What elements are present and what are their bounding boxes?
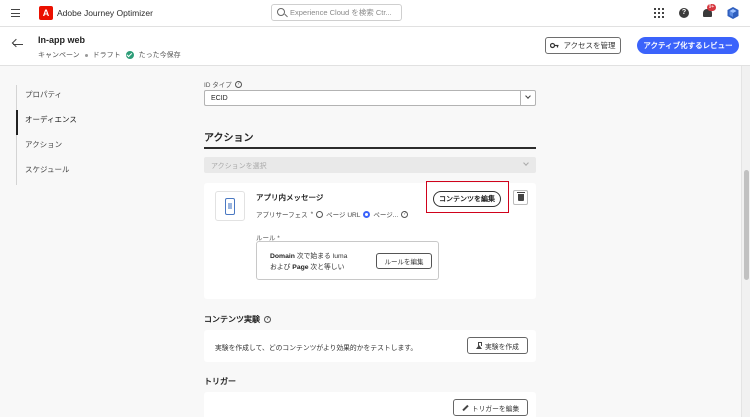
page-title: In-app web [38,35,85,45]
action-select: アクションを選択 [204,157,536,173]
edit-trigger-button[interactable]: トリガーを編集 [453,399,528,416]
in-app-message-card: アプリ内メッセージ アプリサーフェス * ページ URL ページ... ? コン… [204,181,536,299]
edit-trigger-label: トリガーを編集 [471,405,520,413]
required-asterisk: * [310,210,314,218]
chevron-down-icon [525,93,531,99]
rule-condition-1: 次で始まる luma [294,253,348,260]
manage-access-button[interactable]: アクセスを管理 [545,37,621,54]
section-divider [204,147,536,149]
radio-page-label[interactable]: ページ... [373,209,398,219]
search-box[interactable] [271,4,402,21]
back-arrow-icon[interactable] [11,38,24,49]
help-icon[interactable]: ? [679,8,689,18]
save-state: たった今保存 [138,52,181,59]
action-heading: アクション [204,133,254,144]
status-label: ドラフト [92,52,121,59]
edit-content-button[interactable]: コンテンツを編集 [433,191,501,207]
search-input[interactable] [290,7,398,18]
search-icon [277,8,285,16]
nav-item-audience[interactable]: オーディエンス [16,110,136,135]
experiment-description: 実験を作成して、どのコンテンツがより効果的かをテストします。 [215,345,418,352]
experiment-heading: コンテンツ実験 [204,315,260,324]
radio-page-url[interactable] [316,210,324,218]
app-name[interactable]: Adobe Journey Optimizer [57,8,153,18]
surface-label: アプリサーフェス [256,212,308,219]
in-app-message-thumbnail [215,191,245,221]
app-switcher-icon[interactable] [654,8,664,18]
rule-box: Domain 次で始まる luma および Page 次と等しい ルールを編集 [256,241,439,280]
campaign-type: キャンペーン [38,52,80,59]
key-icon [550,42,559,49]
help-icon[interactable]: ? [264,316,271,323]
create-experiment-label: 実験を作成 [485,343,519,351]
radio-page[interactable] [363,210,371,218]
hamburger-menu-icon[interactable] [11,9,20,18]
experiment-heading-row: コンテンツ実験 ? [204,314,271,325]
edit-rule-button[interactable]: ルールを編集 [376,253,432,269]
campaign-meta: キャンペーン ドラフト たった今保存 [38,50,181,60]
rule-summary: Domain 次で始まる luma および Page 次と等しい [270,251,347,273]
id-type-select[interactable]: ECID [204,90,536,106]
nav-item-action[interactable]: アクション [16,135,136,160]
message-title: アプリ内メッセージ [256,193,324,202]
mobile-phone-icon [225,198,235,215]
vertical-scrollbar[interactable] [741,66,750,417]
help-icon[interactable]: ? [234,80,242,88]
rule-condition-2: 次と等しい [308,264,345,271]
radio-page-url-label[interactable]: ページ URL [326,209,360,219]
trigger-heading: トリガー [204,377,236,386]
id-type-value: ECID [211,95,228,102]
campaign-header: In-app web キャンペーン ドラフト たった今保存 アクセスを管理 アク… [0,27,750,66]
flask-icon [476,342,482,349]
section-nav: プロパティ オーディエンス アクション スケジュール [16,85,136,185]
trigger-card: トリガーを編集 [204,392,536,417]
create-experiment-button[interactable]: 実験を作成 [467,337,528,354]
user-avatar[interactable] [727,7,739,19]
trash-icon [517,192,525,201]
chevron-down-icon [523,160,529,166]
notification-badge: 9+ [707,4,716,11]
id-type-label-row: ID タイプ ? [204,79,242,89]
adobe-logo-icon[interactable]: A [39,6,53,20]
rule-field-domain: Domain [270,253,295,260]
surface-row: アプリサーフェス * ページ URL ページ... ? [256,209,409,219]
status-dot-icon [84,53,88,57]
pencil-icon [462,404,469,411]
activate-review-button[interactable]: アクティブ化するレビュー [637,37,739,54]
help-icon[interactable]: ? [401,210,409,218]
rule-conjunction: および [270,264,293,271]
action-select-placeholder: アクションを選択 [211,163,267,170]
rule-field-page: Page [292,264,309,271]
nav-item-schedule[interactable]: スケジュール [16,160,136,185]
manage-access-label: アクセスを管理 [563,41,616,50]
delete-action-button[interactable] [513,190,528,205]
id-type-dropdown-toggle[interactable] [520,91,535,105]
top-shell-bar: A Adobe Journey Optimizer ? 9+ [0,0,750,27]
saved-check-icon [125,51,134,59]
nav-item-properties[interactable]: プロパティ [16,85,136,110]
experiment-card: 実験を作成して、どのコンテンツがより効果的かをテストします。 実験を作成 [204,330,536,362]
scrollbar-thumb[interactable] [744,170,749,280]
id-type-label: ID タイプ [204,82,232,89]
